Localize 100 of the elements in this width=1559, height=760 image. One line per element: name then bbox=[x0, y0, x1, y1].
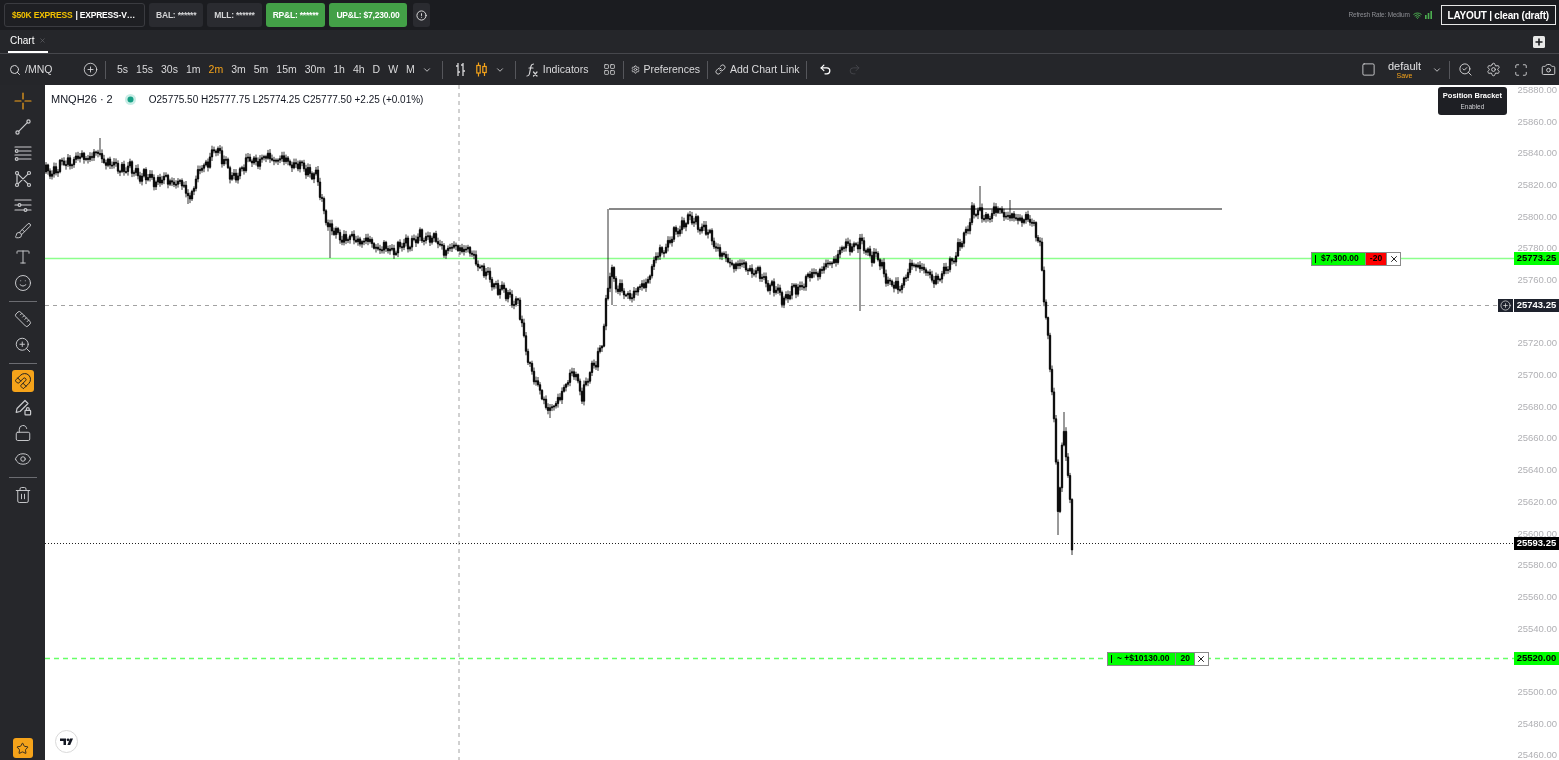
interval-button[interactable]: 5m bbox=[249, 58, 273, 81]
ohlc-values: O25775.50 H25777.75 L25774.25 C25777.50 +2.25 (+0.01%) bbox=[148, 92, 424, 107]
add-panel-button[interactable] bbox=[1533, 35, 1545, 48]
price-axis-label: 25540.00 bbox=[1517, 623, 1557, 633]
crosshair-price-tag: 25743.25 bbox=[1514, 299, 1559, 312]
alert-button[interactable] bbox=[412, 3, 430, 27]
smiley-icon bbox=[13, 274, 32, 292]
panel-toggle-button[interactable] bbox=[1360, 62, 1376, 77]
interval-button[interactable]: 15m bbox=[272, 58, 301, 81]
horizontal-lines-icon bbox=[13, 144, 32, 162]
symbol-search-field[interactable]: /MNQ bbox=[9, 58, 75, 81]
interval-button[interactable]: D bbox=[368, 58, 385, 81]
camera-icon bbox=[1541, 62, 1556, 77]
status-dot-icon bbox=[124, 93, 136, 105]
drag-handle-icon bbox=[1111, 654, 1112, 663]
favorites-button[interactable] bbox=[12, 738, 33, 758]
close-icon bbox=[1196, 653, 1207, 664]
grid-icon bbox=[603, 63, 617, 76]
price-axis-label: 25820.00 bbox=[1517, 180, 1557, 190]
target-price-tag: 25520.00 bbox=[1514, 652, 1559, 665]
crosshair-icon bbox=[13, 92, 32, 110]
preferences-button[interactable]: Preferences bbox=[631, 58, 700, 81]
indicators-button[interactable]: Indicators bbox=[522, 58, 592, 81]
price-axis-label: 25880.00 bbox=[1517, 85, 1557, 94]
signal-bars-icon bbox=[1424, 11, 1432, 19]
link-icon bbox=[715, 64, 726, 75]
magnet-icon bbox=[13, 372, 32, 390]
add-symbol-button[interactable] bbox=[83, 62, 98, 77]
grid-button[interactable] bbox=[603, 63, 617, 76]
star-icon bbox=[16, 741, 29, 755]
ruler-icon bbox=[13, 310, 32, 328]
cancel-order-button[interactable] bbox=[1386, 251, 1402, 266]
plus-square-icon bbox=[1533, 35, 1545, 48]
slider-lines-icon bbox=[13, 196, 32, 214]
interval-button[interactable]: 4h bbox=[348, 58, 369, 81]
account-dropdown[interactable]: $50K EXPRESS | EXPRESS-V… bbox=[4, 3, 145, 27]
interval-button[interactable]: 30s bbox=[157, 58, 182, 81]
plus-circle-icon bbox=[83, 62, 98, 77]
screenshot-button[interactable] bbox=[1541, 62, 1556, 77]
price-axis-label: 25460.00 bbox=[1517, 750, 1557, 760]
text-icon bbox=[13, 248, 32, 266]
interval-button[interactable]: 15s bbox=[132, 58, 158, 81]
square-icon bbox=[1360, 62, 1376, 77]
price-axis-label: 25680.00 bbox=[1517, 401, 1557, 411]
magnifier-check-icon bbox=[1458, 62, 1473, 77]
price-axis-label: 25720.00 bbox=[1517, 338, 1557, 348]
interval-button[interactable]: 5s bbox=[113, 58, 133, 81]
interval-button[interactable]: W bbox=[384, 58, 403, 81]
add-chart-link-button[interactable]: Add Chart Link bbox=[715, 58, 800, 81]
zoom-in-icon bbox=[13, 336, 32, 354]
settings-icon bbox=[1486, 62, 1501, 77]
interval-button[interactable]: 1h bbox=[329, 58, 349, 81]
interval-button[interactable]: 30m bbox=[300, 58, 330, 81]
drag-handle-icon bbox=[1315, 254, 1316, 263]
magnet-button[interactable] bbox=[11, 370, 34, 392]
candlestick-icon bbox=[475, 62, 487, 77]
ohlc-bars-icon bbox=[454, 62, 466, 77]
price-axis-label: 25560.00 bbox=[1517, 591, 1557, 601]
close-icon bbox=[39, 37, 47, 44]
account-stat-button[interactable]: MLL: ****** bbox=[207, 3, 262, 27]
alerts-search-button[interactable] bbox=[1458, 62, 1473, 77]
account-stat-button[interactable]: BAL: ****** bbox=[149, 3, 204, 27]
eye-icon bbox=[13, 450, 32, 468]
position-price-tag: 25773.25 bbox=[1514, 252, 1559, 265]
add-order-button[interactable] bbox=[1498, 299, 1513, 312]
last-price-tag: 25593.25 bbox=[1514, 537, 1559, 550]
order-pnl-button[interactable]: ~ +$10130.00 bbox=[1107, 651, 1177, 666]
price-axis-label: 25760.00 bbox=[1517, 275, 1557, 285]
price-axis-label: 25500.00 bbox=[1517, 686, 1557, 696]
fullscreen-button[interactable] bbox=[1514, 62, 1528, 77]
interval-button[interactable]: 2m bbox=[204, 58, 228, 81]
price-axis-label: 25800.00 bbox=[1517, 211, 1557, 221]
price-axis-label: 25700.00 bbox=[1517, 370, 1557, 380]
price-axis-label: 25620.00 bbox=[1517, 496, 1557, 506]
search-icon bbox=[9, 63, 21, 76]
price-axis-label: 25640.00 bbox=[1517, 465, 1557, 475]
interval-button[interactable]: 3m bbox=[227, 58, 250, 81]
price-axis-label: 25660.00 bbox=[1517, 433, 1557, 443]
price-axis-label: 25860.00 bbox=[1517, 116, 1557, 126]
unlock-icon bbox=[13, 424, 32, 442]
gear-icon bbox=[631, 65, 641, 74]
order-quantity: 20 bbox=[1176, 651, 1194, 666]
pattern-icon bbox=[13, 170, 32, 188]
chart-logo-icon bbox=[55, 730, 78, 753]
trash-icon bbox=[13, 486, 32, 504]
interval-button[interactable]: 1m bbox=[181, 58, 205, 81]
price-axis-label: 25480.00 bbox=[1517, 718, 1557, 728]
price-axis-label: 25840.00 bbox=[1517, 148, 1557, 158]
function-icon bbox=[525, 62, 538, 77]
pencil-lock-icon bbox=[13, 398, 32, 416]
trend-line-icon bbox=[13, 118, 32, 136]
price-axis-label: 25580.00 bbox=[1517, 560, 1557, 570]
order-pnl-button[interactable]: $7,300.00 bbox=[1311, 251, 1366, 266]
exclamation-circle-icon bbox=[415, 9, 427, 21]
wifi-icon bbox=[1412, 10, 1422, 20]
price-axis-label: 25600.00 bbox=[1517, 528, 1557, 538]
settings-button[interactable] bbox=[1486, 62, 1501, 77]
brush-icon bbox=[13, 222, 32, 240]
layout-button[interactable]: LAYOUT | clean (draft) bbox=[1440, 5, 1556, 25]
interval-button[interactable]: M bbox=[402, 58, 419, 81]
